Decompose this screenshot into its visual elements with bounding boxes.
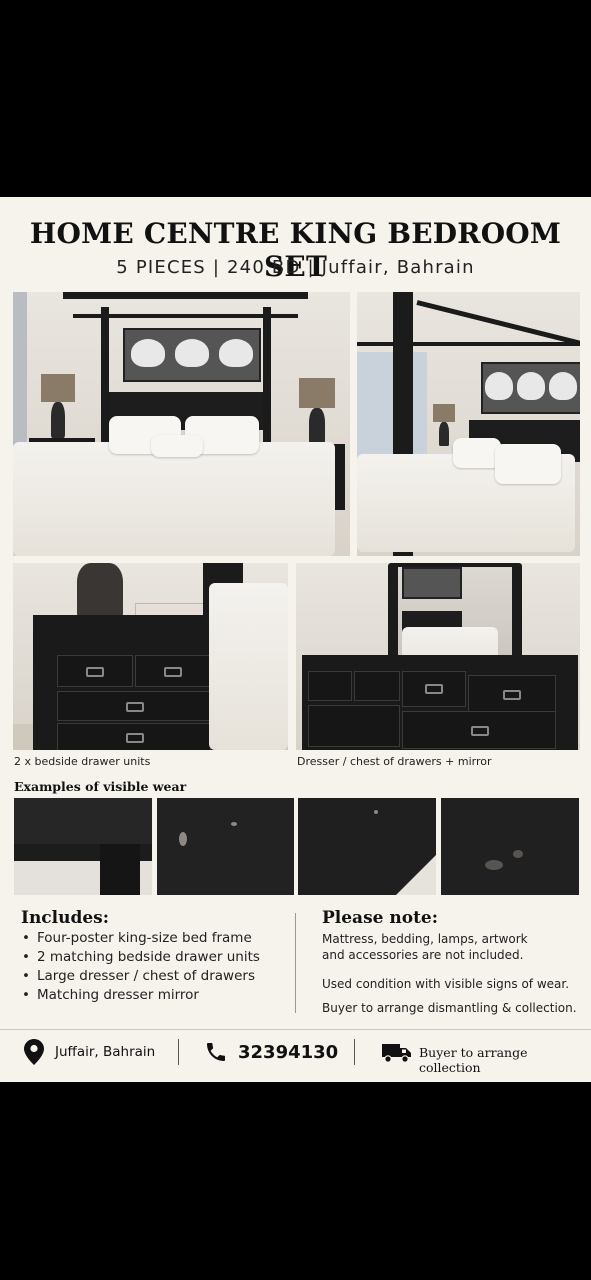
phone-icon[interactable]	[204, 1040, 228, 1064]
location-pin-icon	[24, 1039, 44, 1065]
list-item: Large dresser / chest of drawers	[21, 967, 281, 986]
note-line-2: and accessories are not included.	[322, 948, 524, 962]
footer-separator	[354, 1039, 355, 1065]
page-subtitle: 5 PIECES | 240 BD | Juffair, Bahrain	[116, 257, 475, 278]
note-line-3: Used condition with visible signs of wea…	[322, 977, 570, 991]
wear-photo-4	[441, 798, 579, 895]
includes-list: Four-poster king-size bed frame 2 matchi…	[21, 929, 281, 1005]
wear-photo-1	[14, 798, 152, 895]
footer-location: Juffair, Bahrain	[55, 1044, 156, 1060]
listing-card: HOME CENTRE KING BEDROOM SET 5 PIECES | …	[0, 197, 591, 1082]
note-line-4: Buyer to arrange dismantling & collectio…	[322, 1001, 577, 1015]
section-divider	[295, 913, 296, 1013]
wear-photo-2	[157, 798, 294, 895]
caption-dresser: Dresser / chest of drawers + mirror	[297, 755, 492, 768]
note-title: Please note:	[322, 908, 439, 928]
delivery-truck-icon	[382, 1044, 411, 1063]
wear-photo-3	[298, 798, 436, 895]
photo-dresser-mirror	[296, 563, 580, 750]
footer-divider	[0, 1029, 591, 1030]
list-item: Four-poster king-size bed frame	[21, 929, 281, 948]
list-item: Matching dresser mirror	[21, 986, 281, 1005]
footer-separator	[178, 1039, 179, 1065]
photo-bed-side	[357, 292, 580, 556]
note-line-1: Mattress, bedding, lamps, artwork	[322, 932, 528, 946]
caption-bedside: 2 x bedside drawer units	[14, 755, 151, 768]
photo-bed-front	[13, 292, 350, 556]
includes-title: Includes:	[21, 908, 110, 928]
list-item: 2 matching bedside drawer units	[21, 948, 281, 967]
wear-section-title: Examples of visible wear	[14, 779, 187, 794]
footer-phone[interactable]: 32394130	[238, 1042, 338, 1063]
footer-collection: Buyer to arrange collection	[419, 1045, 528, 1075]
photo-bedside-units	[13, 563, 288, 750]
